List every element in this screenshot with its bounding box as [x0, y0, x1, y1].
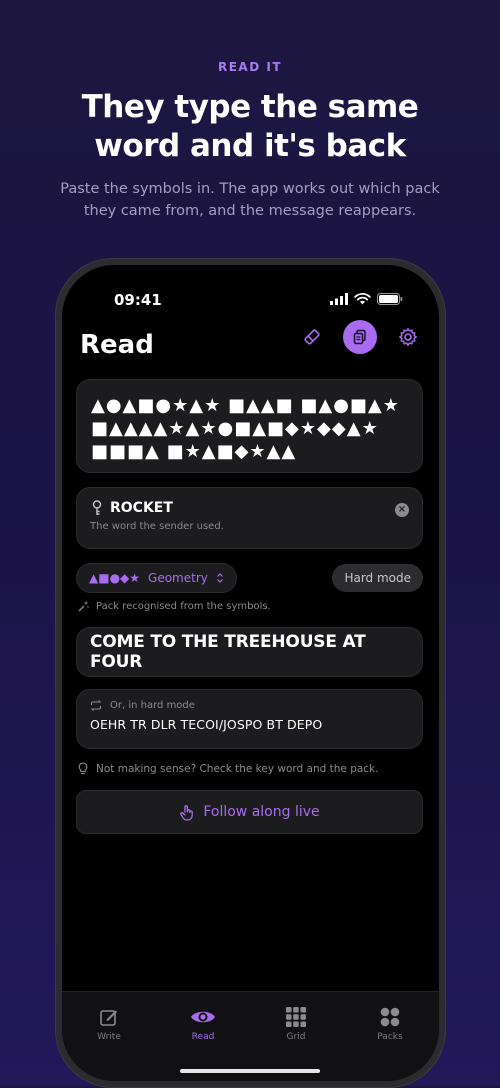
- eraser-button[interactable]: [295, 320, 329, 354]
- subhead-line-1: Paste the symbols in. The app works out …: [60, 181, 440, 197]
- tab-packs-label: Packs: [377, 1032, 403, 1042]
- sparkle-wand-icon: [78, 601, 89, 612]
- pack-hint: Pack recognised from the symbols.: [78, 601, 271, 612]
- eye-icon: [191, 1011, 215, 1023]
- gear-icon: [399, 328, 417, 346]
- pack-hint-text: Pack recognised from the symbols.: [96, 601, 271, 612]
- eyebrow-label: READ IT: [217, 60, 282, 74]
- four-circles-icon: [380, 1007, 400, 1027]
- tab-bar: Write Read Grid Packs: [62, 991, 439, 1081]
- tab-write-label: Write: [97, 1032, 121, 1042]
- keyword-hint: The word the sender used.: [90, 521, 224, 532]
- pack-name: Geometry: [148, 571, 208, 585]
- symbols-input[interactable]: ▲●▲■●★▲★ ■▲▲■ ■▲●■▲★ ■▲▲▲▲★▲★●■▲■◆★◆◆▲★ …: [76, 379, 423, 473]
- hard-mode-card: Or, in hard mode OEHR TR DLR TECOI/JOSPO…: [76, 689, 423, 749]
- chevron-up-down-icon: [216, 573, 223, 583]
- status-time: 09:41: [114, 291, 162, 309]
- eraser-icon: [304, 329, 320, 345]
- wifi-icon: [354, 293, 371, 305]
- pencil-square-icon: [100, 1010, 117, 1026]
- subhead: Paste the symbols in. The app works out …: [50, 178, 450, 222]
- follow-live-label: Follow along live: [203, 804, 320, 820]
- tab-grid[interactable]: Grid: [256, 1006, 336, 1042]
- headline: They type the same word and it's back: [0, 88, 500, 166]
- key-icon: [92, 500, 102, 515]
- symbols-line-1: ▲●▲■●★▲★ ■▲▲■ ■▲●■▲★: [91, 395, 400, 416]
- tab-grid-label: Grid: [286, 1032, 306, 1042]
- tap-hand-icon: [180, 804, 194, 821]
- tab-write[interactable]: Write: [69, 1006, 149, 1042]
- repeat-icon: [90, 700, 102, 711]
- battery-icon: [377, 293, 403, 305]
- subhead-line-2: they came from, and the message reappear…: [83, 203, 417, 219]
- tab-read-label: Read: [191, 1032, 215, 1042]
- signal-icon: [330, 293, 348, 305]
- keyword-value: ROCKET: [110, 500, 173, 516]
- help-text: Not making sense? Check the key word and…: [96, 762, 379, 775]
- status-bar: 09:41: [62, 265, 439, 325]
- home-indicator[interactable]: [180, 1069, 320, 1073]
- lightbulb-icon: [78, 762, 88, 775]
- paste-button[interactable]: [343, 320, 377, 354]
- hard-mode-label: Or, in hard mode: [90, 700, 409, 711]
- status-icons: [330, 293, 403, 305]
- clear-keyword-button[interactable]: ×: [395, 503, 409, 517]
- tab-read[interactable]: Read: [163, 1006, 243, 1042]
- help-hint: Not making sense? Check the key word and…: [78, 762, 379, 775]
- settings-button[interactable]: [391, 320, 425, 354]
- grid-icon: [286, 1007, 306, 1027]
- decoded-message: COME TO THE TREEHOUSE AT FOUR: [76, 627, 423, 677]
- pack-row: ▲■●◆★ Geometry Hard mode: [76, 563, 423, 593]
- paste-icon: [353, 329, 366, 345]
- pack-shapes-icon: ▲■●◆★: [89, 571, 141, 585]
- pack-selector[interactable]: ▲■●◆★ Geometry: [76, 563, 237, 593]
- keyword-row: ROCKET: [90, 500, 409, 516]
- hard-mode-toggle[interactable]: Hard mode: [332, 564, 423, 592]
- headline-line-2: word and it's back: [94, 128, 406, 164]
- tab-packs[interactable]: Packs: [350, 1006, 430, 1042]
- page-title: Read: [80, 330, 154, 360]
- top-actions: [295, 320, 425, 354]
- hard-mode-value: OEHR TR DLR TECOI/JOSPO BT DEPO: [90, 717, 323, 732]
- phone-frame: 09:41 Read ▲●▲■●★▲★ ■▲▲■ ■▲●■▲★ ■▲▲▲▲★▲★…: [55, 258, 446, 1088]
- hard-mode-label-text: Or, in hard mode: [110, 700, 195, 711]
- keyword-field[interactable]: ROCKET The word the sender used. ×: [76, 487, 423, 549]
- headline-line-1: They type the same: [81, 89, 419, 125]
- symbols-line-3: ■■■▲ ■★▲■◆★▲▲: [91, 441, 297, 462]
- follow-live-button[interactable]: Follow along live: [76, 790, 423, 834]
- phone-screen: 09:41 Read ▲●▲■●★▲★ ■▲▲■ ■▲●■▲★ ■▲▲▲▲★▲★…: [62, 265, 439, 1081]
- symbols-line-2: ■▲▲▲▲★▲★●■▲■◆★◆◆▲★: [91, 418, 379, 439]
